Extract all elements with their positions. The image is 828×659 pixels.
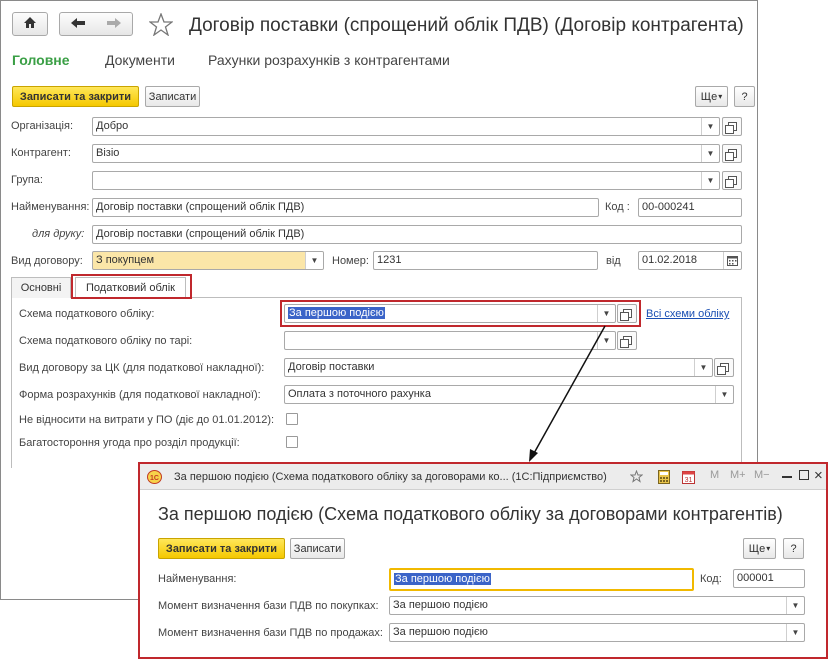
minimize-icon[interactable] <box>782 476 792 478</box>
chevron-down-icon: ▾ <box>766 544 771 553</box>
popup-help-button[interactable]: ? <box>783 538 804 559</box>
popup-save-button[interactable]: Записати <box>290 538 345 559</box>
popup-name-label: Найменування: <box>158 573 237 585</box>
popup-sales-value: За першою подією <box>393 626 488 638</box>
popup-sales-label: Момент визначення бази ПДВ по продажах: <box>158 627 383 639</box>
calendar-icon[interactable]: 31 <box>682 470 695 487</box>
memory-plus-icon[interactable]: M+ <box>730 469 746 481</box>
popup-window-title: За першою подією (Схема податкового облі… <box>174 471 607 483</box>
popup-more-button[interactable]: Ще ▾ <box>743 538 776 559</box>
popup-window: 1С За першою подією (Схема податкового о… <box>138 462 828 659</box>
1c-logo-icon: 1С <box>147 470 162 487</box>
popup-sales-field[interactable]: За першою подією ▼ <box>389 623 805 642</box>
popup-purchase-value: За першою подією <box>393 599 488 611</box>
popup-code-field[interactable]: 000001 <box>733 569 805 588</box>
popup-name-field[interactable]: За першою подією <box>389 568 694 591</box>
more-label: Ще <box>748 542 766 555</box>
close-icon[interactable]: × <box>814 467 823 484</box>
popup-heading: За першою подією (Схема податкового облі… <box>158 504 783 524</box>
memory-m-icon[interactable]: M <box>710 469 719 481</box>
svg-text:31: 31 <box>685 477 693 484</box>
popup-purchase-field[interactable]: За першою подією ▼ <box>389 596 805 615</box>
svg-text:1С: 1С <box>150 475 159 482</box>
star-icon[interactable] <box>629 469 644 486</box>
popup-purchase-label: Момент визначення бази ПДВ по покупках: <box>158 600 379 612</box>
maximize-icon[interactable] <box>799 470 809 480</box>
popup-save-close-button[interactable]: Записати та закрити <box>158 538 285 559</box>
memory-minus-icon[interactable]: M− <box>754 469 770 481</box>
popup-titlebar: 1С За першою подією (Схема податкового о… <box>140 464 826 490</box>
calculator-icon[interactable] <box>658 470 670 487</box>
popup-name-value: За першою подією <box>394 573 491 585</box>
chevron-down-icon[interactable]: ▼ <box>786 624 804 641</box>
chevron-down-icon[interactable]: ▼ <box>786 597 804 614</box>
popup-code-label: Код: <box>700 573 722 585</box>
